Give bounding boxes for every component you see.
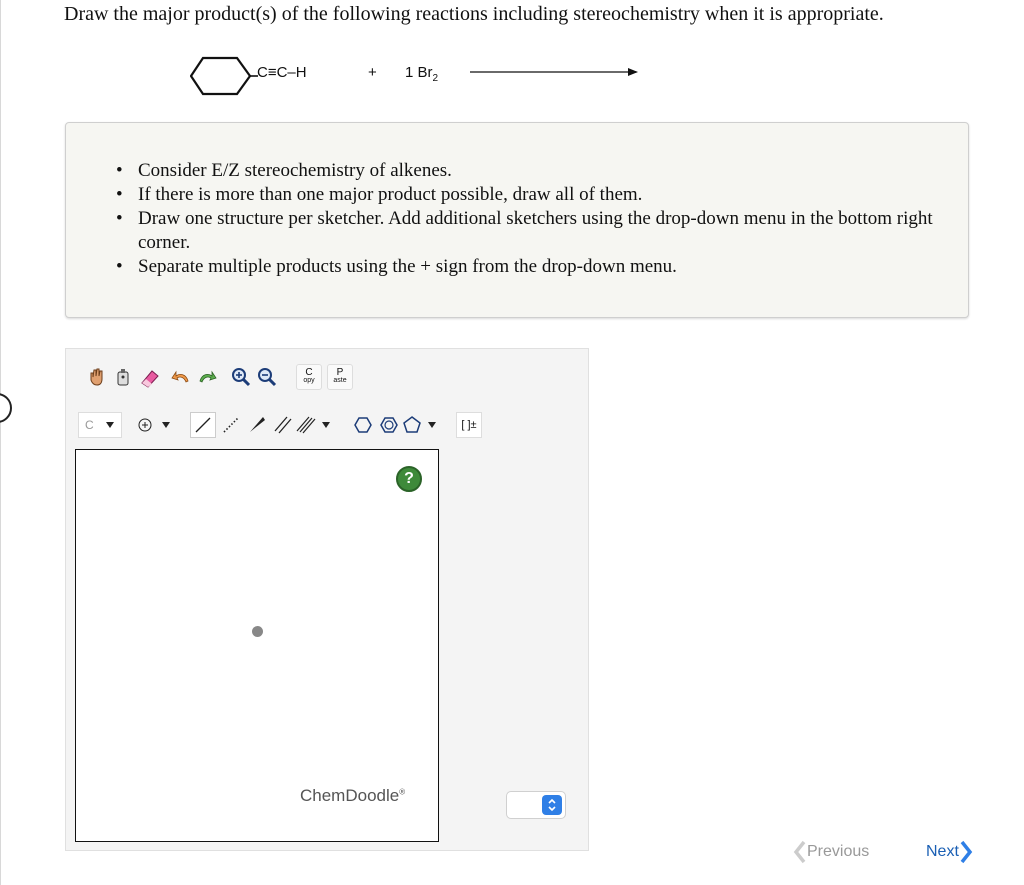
reaction-plus: + [368, 64, 377, 81]
instructions-panel: Consider E/Z stereochemistry of alkenes.… [65, 122, 969, 318]
chevron-down-icon [428, 422, 436, 428]
instruction-item: Separate multiple products using the + s… [116, 255, 936, 279]
left-edge-divider [0, 0, 1, 885]
chevron-right-icon [960, 840, 973, 864]
charge-selector[interactable] [134, 412, 180, 438]
bracket-button[interactable]: [ ]± [456, 412, 482, 438]
side-tab-circle[interactable] [0, 393, 12, 423]
eraser-icon[interactable] [137, 364, 163, 390]
double-bond-icon [274, 416, 292, 434]
reaction-arrow-icon [470, 68, 638, 76]
zoom-out-icon[interactable] [254, 364, 280, 390]
chevron-down-icon [105, 422, 114, 428]
benzene-button[interactable] [376, 412, 402, 438]
instruction-item: Draw one structure per sketcher. Add add… [116, 207, 936, 255]
reagent-bromine: 1 Br2 [405, 64, 439, 84]
previous-label: Previous [807, 843, 870, 860]
question-prompt: Draw the major product(s) of the followi… [64, 3, 884, 25]
benzene-icon [380, 417, 398, 433]
wedge-bond-icon [250, 417, 265, 432]
ring-selector[interactable] [402, 412, 444, 438]
cyclopentane-icon [403, 416, 421, 433]
instructions-list: Consider E/Z stereochemistry of alkenes.… [116, 159, 936, 279]
hashed-wedge-icon [223, 417, 239, 433]
add-sketcher-dropdown[interactable] [506, 791, 566, 819]
triple-bond-selector[interactable] [296, 412, 338, 438]
cyclohexane-icon [354, 417, 372, 433]
hand-tool-icon[interactable] [84, 364, 110, 390]
alkyne-substituent: C≡C–H [257, 64, 307, 81]
single-bond-icon [195, 417, 211, 433]
reaction-scheme: C≡C–H + 1 Br2 [190, 52, 650, 102]
canvas-cursor-dot [252, 626, 263, 637]
atom-selector[interactable]: C [78, 412, 122, 438]
redo-icon[interactable] [194, 364, 220, 390]
up-down-arrows-icon [542, 795, 562, 815]
single-bond-button[interactable] [190, 412, 216, 438]
chevron-down-icon [162, 422, 170, 428]
instruction-item: If there is more than one major product … [116, 183, 936, 207]
chevron-down-icon [322, 422, 330, 428]
instruction-item: Consider E/Z stereochemistry of alkenes. [116, 159, 936, 183]
cyclohexane-button[interactable] [350, 412, 376, 438]
charge-plus-icon [138, 418, 152, 432]
hashed-bond-button[interactable] [218, 412, 244, 438]
next-button[interactable]: Next [926, 840, 973, 864]
double-bond-button[interactable] [270, 412, 296, 438]
zoom-in-icon[interactable] [228, 364, 254, 390]
triple-bond-icon [296, 416, 316, 434]
undo-icon[interactable] [168, 364, 194, 390]
previous-button[interactable]: Previous [793, 840, 869, 864]
lasso-clear-icon[interactable] [110, 364, 136, 390]
cyclohexane-ring-icon [190, 56, 258, 96]
sketcher-canvas[interactable] [75, 449, 439, 842]
next-label: Next [926, 843, 959, 860]
chemdoodle-logo: ChemDoodle® [300, 786, 406, 805]
wedge-bond-button[interactable] [244, 412, 270, 438]
chevron-left-icon [793, 840, 806, 864]
copy-button[interactable]: C opy [296, 364, 322, 390]
help-button[interactable]: ? [396, 466, 422, 492]
paste-button[interactable]: P aste [327, 364, 353, 390]
